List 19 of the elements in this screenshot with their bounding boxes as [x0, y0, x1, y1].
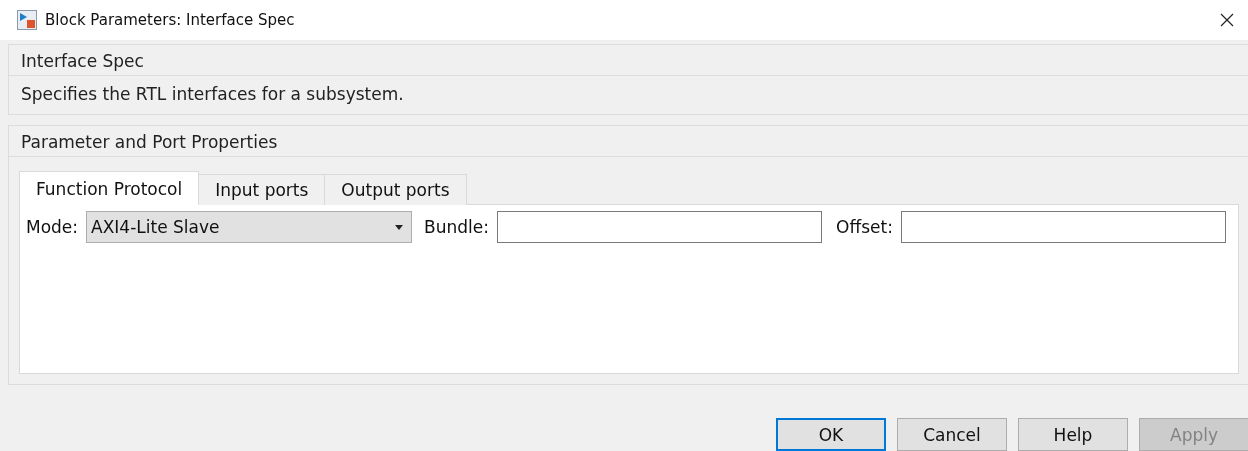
- tab[interactable]: Function Protocol: [19, 171, 200, 205]
- mode-dropdown[interactable]: AXI4-Lite Slave: [86, 211, 413, 243]
- group-title: Parameter and Port Properties: [9, 126, 1248, 157]
- group-title: Interface Spec: [9, 45, 1248, 76]
- close-icon[interactable]: [1220, 13, 1234, 27]
- input-field[interactable]: [900, 211, 1226, 243]
- description-text: Specifies the RTL interfaces for a subsystem.: [20, 83, 405, 106]
- field-label: Offset:: [836, 216, 893, 239]
- tab[interactable]: Input ports: [198, 174, 326, 205]
- window-title: Block Parameters: Interface Spec: [45, 11, 296, 29]
- caret-icon: [395, 224, 404, 230]
- field-label: Mode:: [26, 216, 79, 239]
- tab[interactable]: Output ports: [324, 174, 467, 205]
- app-icon: [17, 10, 37, 30]
- dialog-button[interactable]: OK: [776, 418, 886, 451]
- input-field[interactable]: [496, 211, 823, 243]
- dialog-button[interactable]: Help: [1018, 418, 1128, 451]
- field-label: Bundle:: [424, 216, 489, 239]
- dialog-button[interactable]: Cancel: [897, 418, 1007, 451]
